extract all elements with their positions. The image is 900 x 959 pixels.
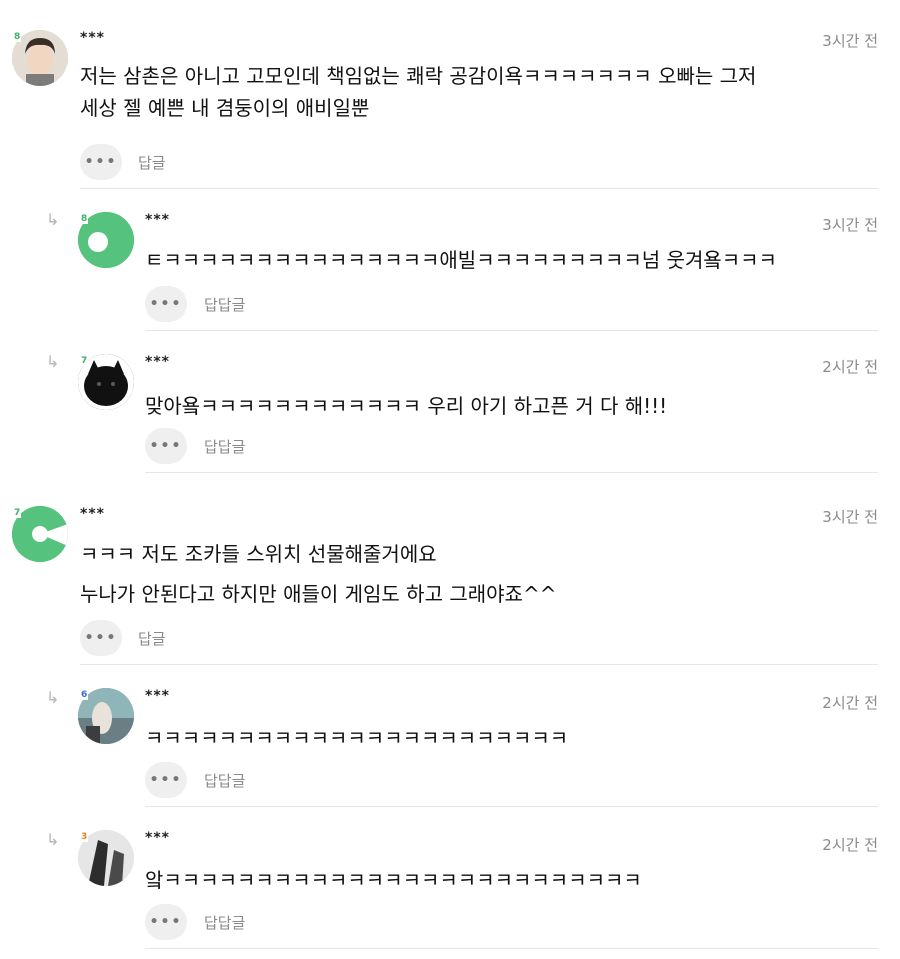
timestamp: 3시간 전 — [822, 508, 878, 526]
comment-text: 앜ㅋㅋㅋㅋㅋㅋㅋㅋㅋㅋㅋㅋㅋㅋㅋㅋㅋㅋㅋㅋㅋㅋㅋㅋㅋㅋ — [145, 864, 642, 896]
timestamp: 3시간 전 — [822, 216, 878, 234]
level-badge: 7 — [80, 356, 89, 366]
reply-item: ↳ 6 *** 2시간 전 ㅋㅋㅋㅋㅋㅋㅋㅋㅋㅋㅋㅋㅋㅋㅋㅋㅋㅋㅋㅋㅋㅋㅋ ••… — [0, 666, 900, 808]
level-badge: 8 — [80, 214, 89, 224]
timestamp: 2시간 전 — [822, 694, 878, 712]
divider — [80, 664, 878, 665]
reply-item: ↳ 7 *** 2시간 전 맞아욬ㅋㅋㅋㅋㅋㅋㅋㅋㅋㅋㅋㅋ 우리 아기 하고픈 … — [0, 332, 900, 474]
more-options-button[interactable]: ••• — [145, 762, 187, 798]
comment-line: ㅋㅋㅋ 저도 조카들 스위치 선물해줄거에요 — [80, 542, 437, 566]
username[interactable]: *** — [145, 212, 170, 228]
more-options-button[interactable]: ••• — [80, 144, 122, 180]
divider — [145, 806, 878, 807]
level-badge: 7 — [13, 508, 22, 518]
comment-item: 7 *** 3시간 전 ㅋㅋㅋ 저도 조카들 스위치 선물해줄거에요 누나가 안… — [0, 474, 900, 666]
comment-text: 저는 삼촌은 아니고 고모인데 책임없는 쾌락 공감이욕ㅋㅋㅋㅋㅋㅋㅋ 오빠는 … — [80, 60, 756, 124]
comment-text: ㅋㅋㅋ 저도 조카들 스위치 선물해줄거에요 누나가 안된다고 하지만 애들이 … — [80, 538, 556, 610]
timestamp: 3시간 전 — [822, 32, 878, 50]
comment-text: 맞아욬ㅋㅋㅋㅋㅋㅋㅋㅋㅋㅋㅋㅋ 우리 아기 하고픈 거 다 해!!! — [145, 390, 667, 422]
username[interactable]: *** — [80, 30, 105, 46]
reply-button[interactable]: 답답글 — [204, 912, 245, 933]
timestamp: 2시간 전 — [822, 836, 878, 854]
username[interactable]: *** — [145, 354, 170, 370]
username[interactable]: *** — [80, 506, 105, 522]
username[interactable]: *** — [145, 688, 170, 704]
more-options-button[interactable]: ••• — [145, 286, 187, 322]
more-options-button[interactable]: ••• — [80, 620, 122, 656]
username[interactable]: *** — [145, 830, 170, 846]
level-badge: 8 — [13, 32, 22, 42]
reply-item: ↳ 3 *** 2시간 전 앜ㅋㅋㅋㅋㅋㅋㅋㅋㅋㅋㅋㅋㅋㅋㅋㅋㅋㅋㅋㅋㅋㅋㅋㅋㅋ… — [0, 808, 900, 959]
comment-line: 세상 젤 예쁜 내 겸둥이의 애비일뿐 — [80, 96, 370, 120]
reply-button[interactable]: 답글 — [138, 152, 166, 173]
comment-line: 누나가 안된다고 하지만 애들이 게임도 하고 그래야죠^^ — [80, 582, 557, 606]
reply-arrow-icon: ↳ — [46, 352, 60, 371]
divider — [80, 188, 878, 189]
comment-line: 앜ㅋㅋㅋㅋㅋㅋㅋㅋㅋㅋㅋㅋㅋㅋㅋㅋㅋㅋㅋㅋㅋㅋㅋㅋㅋㅋ — [145, 868, 642, 892]
comment-text: ㅋㅋㅋㅋㅋㅋㅋㅋㅋㅋㅋㅋㅋㅋㅋㅋㅋㅋㅋㅋㅋㅋㅋ — [145, 722, 568, 754]
level-badge: 6 — [80, 690, 89, 700]
comment-line: ㅌㅋㅋㅋㅋㅋㅋㅋㅋㅋㅋㅋㅋㅋㅋㅋ애빌ㅋㅋㅋㅋㅋㅋㅋㅋㅋ넘 웃겨욬ㅋㅋㅋ — [145, 248, 777, 272]
comment-line: 맞아욬ㅋㅋㅋㅋㅋㅋㅋㅋㅋㅋㅋㅋ 우리 아기 하고픈 거 다 해!!! — [145, 394, 668, 418]
divider — [145, 948, 878, 949]
divider — [145, 472, 878, 473]
reply-button[interactable]: 답글 — [138, 628, 166, 649]
reply-button[interactable]: 답답글 — [204, 294, 245, 315]
reply-button[interactable]: 답답글 — [204, 770, 245, 791]
more-options-button[interactable]: ••• — [145, 428, 187, 464]
comment-line: ㅋㅋㅋㅋㅋㅋㅋㅋㅋㅋㅋㅋㅋㅋㅋㅋㅋㅋㅋㅋㅋㅋㅋ — [145, 726, 569, 750]
more-options-button[interactable]: ••• — [145, 904, 187, 940]
reply-arrow-icon: ↳ — [46, 830, 60, 849]
divider — [145, 330, 878, 331]
reply-button[interactable]: 답답글 — [204, 436, 245, 457]
reply-arrow-icon: ↳ — [46, 210, 60, 229]
timestamp: 2시간 전 — [822, 358, 878, 376]
comment-item: 8 *** 3시간 전 저는 삼촌은 아니고 고모인데 책임없는 쾌락 공감이욕… — [0, 0, 900, 190]
comment-text: ㅌㅋㅋㅋㅋㅋㅋㅋㅋㅋㅋㅋㅋㅋㅋㅋ애빌ㅋㅋㅋㅋㅋㅋㅋㅋㅋ넘 웃겨욬ㅋㅋㅋ — [145, 244, 777, 276]
reply-item: ↳ 8 *** 3시간 전 ㅌㅋㅋㅋㅋㅋㅋㅋㅋㅋㅋㅋㅋㅋㅋㅋ애빌ㅋㅋㅋㅋㅋㅋㅋㅋ… — [0, 190, 900, 332]
reply-arrow-icon: ↳ — [46, 688, 60, 707]
level-badge: 3 — [80, 832, 89, 842]
comment-line: 저는 삼촌은 아니고 고모인데 책임없는 쾌락 공감이욕ㅋㅋㅋㅋㅋㅋㅋ 오빠는 … — [80, 64, 757, 88]
